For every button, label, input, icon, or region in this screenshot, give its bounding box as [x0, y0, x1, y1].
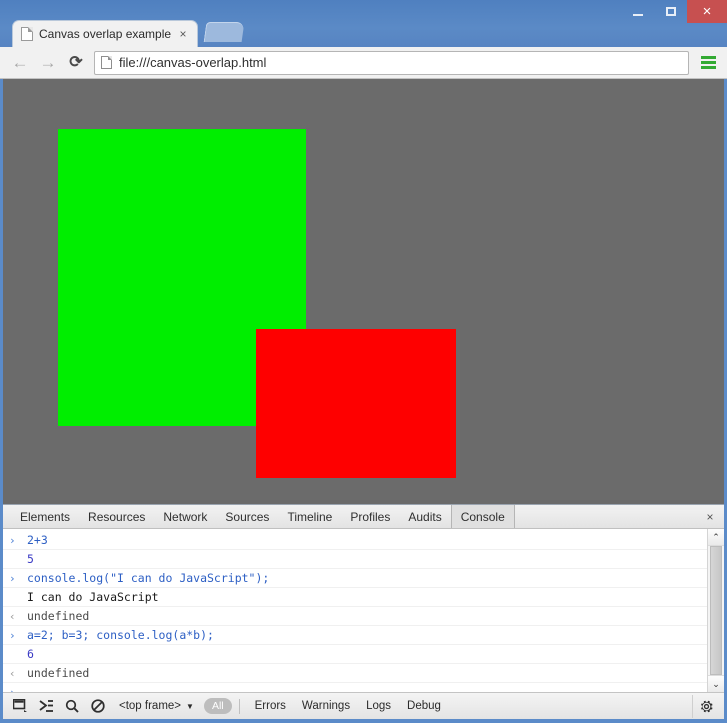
console-row-gutter-icon: ‹ [9, 666, 16, 680]
show-drawer-button[interactable] [33, 695, 59, 718]
console-row: › 2+3 [3, 531, 707, 550]
devtools-tab-bar: Elements Resources Network Sources Timel… [3, 505, 724, 529]
console-row-text: undefined [27, 608, 90, 623]
page-viewport [3, 79, 724, 504]
devtools-panel: Elements Resources Network Sources Timel… [3, 504, 724, 719]
chrome-menu-button[interactable] [695, 50, 721, 76]
new-tab-button[interactable] [203, 22, 245, 42]
frame-selector[interactable]: <top frame> ▼ [111, 700, 202, 712]
tab-close-button[interactable]: × [175, 26, 191, 42]
devtools-tab-console[interactable]: Console [450, 505, 515, 528]
url-text: file:///canvas-overlap.html [119, 55, 267, 70]
console-prompt-icon [38, 699, 53, 712]
hamburger-icon [700, 61, 716, 64]
browser-toolbar: ← → ⟳ file:///canvas-overlap.html [0, 47, 727, 79]
minimize-icon [632, 13, 643, 16]
console-row-gutter-icon: › [9, 571, 16, 585]
console-output-area: › 2+3 5 › console.log("I can do JavaScript")… [3, 529, 724, 692]
console-filter-debug[interactable]: Debug [399, 700, 449, 712]
console-row: I can do JavaScript [3, 588, 707, 607]
reload-button[interactable]: ⟳ [62, 49, 90, 77]
console-row: › console.log("I can do JavaScript"); [3, 569, 707, 588]
clear-icon [91, 699, 105, 713]
console-row-gutter-icon: ‹ [9, 609, 16, 623]
console-filter-all[interactable]: All [203, 698, 232, 714]
frame-selector-value: <top frame> [119, 700, 182, 712]
console-row-gutter-icon: › [9, 685, 16, 693]
scroll-up-icon[interactable]: ⌃ [708, 529, 724, 546]
close-icon: × [702, 3, 712, 20]
back-button[interactable]: ← [6, 49, 34, 77]
dock-to-window-button[interactable] [7, 695, 33, 718]
devtools-tab-resources[interactable]: Resources [79, 505, 154, 528]
page-info-icon [101, 56, 112, 69]
devtools-tab-sources[interactable]: Sources [216, 505, 278, 528]
console-search-button[interactable] [59, 695, 85, 718]
gear-icon [701, 700, 713, 712]
console-row: › [3, 683, 707, 693]
console-filter-errors[interactable]: Errors [247, 700, 294, 712]
console-row: ‹ undefined [3, 664, 707, 683]
address-bar[interactable]: file:///canvas-overlap.html [94, 50, 689, 75]
devtools-settings-button[interactable] [692, 694, 720, 718]
devtools-tab-profiles[interactable]: Profiles [341, 505, 399, 528]
hamburger-icon [700, 56, 716, 59]
forward-button[interactable]: → [34, 49, 62, 77]
red-rectangle [256, 329, 456, 478]
scroll-down-icon[interactable]: ⌄ [708, 675, 724, 692]
hamburger-icon [700, 66, 716, 69]
console-rows: › 2+3 5 › console.log("I can do JavaScript")… [3, 529, 707, 692]
title-bar: × Canvas overlap example × [0, 0, 727, 47]
toolbar-divider [238, 698, 240, 714]
console-row-text: 6 [27, 646, 34, 661]
console-row: ‹ undefined [3, 607, 707, 626]
console-filter-logs[interactable]: Logs [358, 700, 399, 712]
devtools-tab-timeline[interactable]: Timeline [278, 505, 341, 528]
page-favicon-icon [21, 27, 33, 41]
console-row-text: undefined [27, 665, 90, 680]
console-filter-warnings[interactable]: Warnings [294, 700, 358, 712]
devtools-tab-elements[interactable]: Elements [11, 505, 79, 528]
console-row: 6 [3, 645, 707, 664]
dock-icon [12, 699, 27, 712]
console-row-text: 5 [27, 551, 34, 566]
console-row-gutter-icon: › [9, 628, 16, 642]
devtools-tab-audits[interactable]: Audits [399, 505, 450, 528]
browser-window: × Canvas overlap example × ← → ⟳ file://… [0, 0, 727, 723]
tab-title: Canvas overlap example [39, 27, 172, 41]
scrollbar-thumb[interactable] [710, 546, 722, 675]
console-row-gutter-icon: › [9, 533, 16, 547]
chevron-down-icon: ▼ [186, 701, 194, 711]
scrollbar-track[interactable] [708, 546, 724, 675]
console-row-text: I can do JavaScript [27, 589, 159, 604]
maximize-icon [665, 7, 676, 16]
console-scrollbar[interactable]: ⌃ ⌄ [707, 529, 724, 692]
console-row: 5 [3, 550, 707, 569]
console-row: › a=2; b=3; console.log(a*b); [3, 626, 707, 645]
console-row-text: a=2; b=3; console.log(a*b); [27, 627, 214, 642]
search-icon [65, 699, 79, 713]
tab-strip: Canvas overlap example × [0, 20, 727, 47]
devtools-tab-network[interactable]: Network [154, 505, 216, 528]
console-toolbar: <top frame> ▼ All Errors Warnings Logs D… [3, 692, 724, 719]
devtools-close-button[interactable]: × [700, 505, 720, 528]
clear-console-button[interactable] [85, 695, 111, 718]
console-row-text: console.log("I can do JavaScript"); [27, 570, 270, 585]
browser-tab-active[interactable]: Canvas overlap example × [12, 20, 198, 47]
console-row-text: 2+3 [27, 532, 48, 547]
